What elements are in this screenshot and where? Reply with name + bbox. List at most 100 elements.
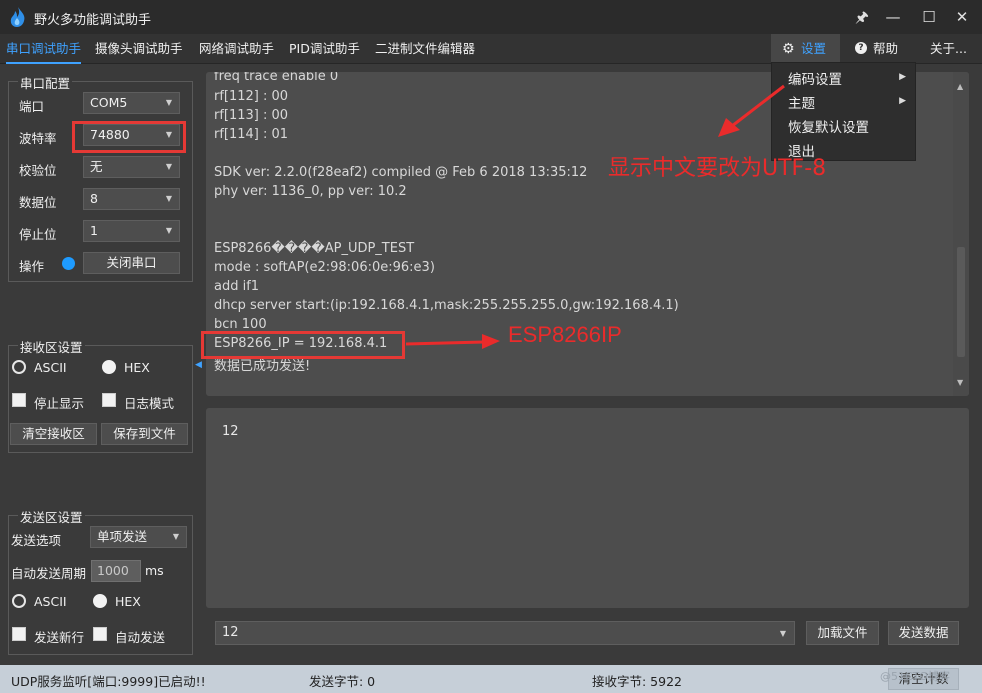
stopbits-select[interactable]: 1 ▼ [83, 220, 180, 242]
stop-display-checkbox[interactable] [12, 393, 26, 407]
send-text-content: 12 [222, 424, 239, 439]
log-mode-checkbox[interactable] [102, 393, 116, 407]
send-newline-checkbox[interactable] [12, 627, 26, 641]
serial-config-title: 串口配置 [18, 73, 73, 92]
auto-send-label: 自动发送 [115, 630, 166, 645]
send-settings-title: 发送区设置 [18, 507, 85, 526]
title-bar: 野火多功能调试助手 🖈 — ☐ ✕ [0, 0, 982, 34]
operation-label: 操作 [19, 259, 45, 274]
stop-display-label: 停止显示 [34, 396, 85, 411]
log-mode-label: 日志模式 [124, 396, 175, 411]
send-history-select[interactable]: 12 ▼ [215, 621, 795, 645]
parity-select[interactable]: 无 ▼ [83, 156, 180, 178]
ip-highlight-box [201, 331, 405, 359]
udp-status-text: UDP服务监听[端口:9999]已启动!! [11, 674, 206, 689]
tab-bar: 串口调试助手 摄像头调试助手 网络调试助手 PID调试助手 二进制文件编辑器 ⚙… [0, 34, 982, 64]
utf8-arrow-icon [718, 84, 785, 137]
send-ascii-label: ASCII [34, 594, 67, 609]
recv-ascii-label: ASCII [34, 360, 67, 375]
port-select[interactable]: COM5 ▼ [83, 92, 180, 114]
receive-line: freq trace enable 0 [214, 72, 339, 84]
recv-ascii-radio[interactable] [12, 360, 26, 374]
port-status-indicator [62, 257, 75, 270]
tab-network[interactable]: 网络调试助手 [199, 34, 274, 64]
tab-binary-editor[interactable]: 二进制文件编辑器 [375, 34, 475, 64]
submenu-arrow-icon: ▶ [899, 96, 906, 106]
recv-hex-radio[interactable] [102, 360, 116, 374]
receive-settings-title: 接收区设置 [18, 337, 85, 356]
stopbits-label: 停止位 [19, 227, 57, 242]
flame-logo-icon [10, 7, 25, 27]
databits-label: 数据位 [19, 195, 57, 210]
tab-pid[interactable]: PID调试助手 [289, 34, 360, 64]
clear-receive-button[interactable]: 清空接收区 [10, 423, 97, 445]
status-bar: UDP服务监听[端口:9999]已启动!! 发送字节: 0 接收字节: 5922… [0, 665, 982, 693]
settings-menu: 编码设置 ▶ 主题 ▶ 恢复默认设置 退出 [771, 62, 916, 161]
send-text-area[interactable]: 12 [206, 408, 969, 608]
receive-line: rf[113] : 00 [214, 108, 289, 123]
scroll-down-icon[interactable]: ▼ [957, 378, 963, 387]
maximize-button[interactable]: ☐ [914, 5, 944, 29]
menu-item-encoding[interactable]: 编码设置 [788, 68, 842, 88]
utf8-annotation: 显示中文要改为UTF-8 [608, 156, 827, 181]
minimize-button[interactable]: — [878, 5, 908, 29]
recv-hex-label: HEX [124, 360, 150, 375]
ip-arrow-icon [405, 334, 500, 349]
help-icon: ? [855, 42, 867, 54]
watermark-text: @51CTO博客 [880, 670, 951, 683]
menu-item-theme[interactable]: 主题 [788, 92, 815, 112]
chevron-down-icon: ▼ [165, 162, 172, 171]
chevron-down-icon: ▼ [779, 629, 786, 638]
receive-line: phy ver: 1136_0, pp ver: 10.2 [214, 184, 407, 199]
receive-line: dhcp server start:(ip:192.168.4.1,mask:2… [214, 298, 679, 313]
send-option-select[interactable]: 单项发送 ▼ [90, 526, 187, 548]
app-title: 野火多功能调试助手 [34, 13, 152, 28]
received-bytes-text: 接收字节: 5922 [592, 674, 682, 689]
port-label: 端口 [19, 99, 45, 114]
tab-serial[interactable]: 串口调试助手 [6, 34, 82, 64]
chevron-down-icon: ▼ [165, 226, 172, 235]
menu-item-restore-defaults[interactable]: 恢复默认设置 [788, 116, 869, 136]
period-unit-label: ms [145, 563, 164, 578]
receive-line: rf[114] : 01 [214, 127, 289, 142]
receive-line: add if1 [214, 279, 260, 294]
submenu-arrow-icon: ▶ [899, 72, 906, 82]
close-port-button[interactable]: 关闭串口 [83, 252, 180, 274]
chevron-down-icon: ▼ [172, 532, 179, 541]
help-button[interactable]: ? 帮助 [852, 34, 912, 64]
splitter-arrow-icon[interactable]: ◀ [195, 360, 202, 370]
save-to-file-button[interactable]: 保存到文件 [101, 423, 188, 445]
receive-line: bcn 100 [214, 317, 267, 332]
ip-annotation: ESP8266IP [508, 322, 622, 347]
receive-line: SDK ver: 2.2.0(f28eaf2) compiled @ Feb 6… [214, 165, 588, 180]
chevron-down-icon: ▼ [165, 194, 172, 203]
scroll-up-icon[interactable]: ▲ [957, 82, 963, 91]
scrollbar-thumb[interactable] [957, 247, 965, 357]
send-ascii-radio[interactable] [12, 594, 26, 608]
send-option-label: 发送选项 [11, 533, 62, 548]
receive-line: rf[112] : 00 [214, 89, 289, 104]
parity-label: 校验位 [19, 163, 57, 178]
load-file-button[interactable]: 加载文件 [806, 621, 879, 645]
gear-icon: ⚙ [782, 41, 795, 57]
chevron-down-icon: ▼ [165, 98, 172, 107]
auto-period-label: 自动发送周期 [11, 566, 87, 581]
send-newline-label: 发送新行 [34, 630, 85, 645]
receive-line: ESP8266����AP_UDP_TEST [214, 241, 415, 256]
databits-select[interactable]: 8 ▼ [83, 188, 180, 210]
settings-button[interactable]: ⚙ 设置 [771, 34, 840, 64]
auto-send-checkbox[interactable] [93, 627, 107, 641]
send-hex-radio[interactable] [93, 594, 107, 608]
send-hex-label: HEX [115, 594, 141, 609]
receive-line: mode : softAP(e2:98:06:0e:96:e3) [214, 260, 435, 275]
tab-camera[interactable]: 摄像头调试助手 [95, 34, 183, 64]
about-button[interactable]: 关于... [930, 34, 967, 64]
baud-highlight-box [72, 121, 186, 153]
pin-icon[interactable]: 🖈 [847, 5, 877, 29]
send-data-button[interactable]: 发送数据 [888, 621, 959, 645]
close-button[interactable]: ✕ [947, 5, 977, 29]
receive-scrollbar[interactable]: ▲ ▼ [953, 72, 969, 396]
sent-bytes-text: 发送字节: 0 [309, 674, 376, 689]
auto-period-input[interactable]: 1000 [91, 560, 141, 582]
baud-label: 波特率 [19, 131, 57, 146]
